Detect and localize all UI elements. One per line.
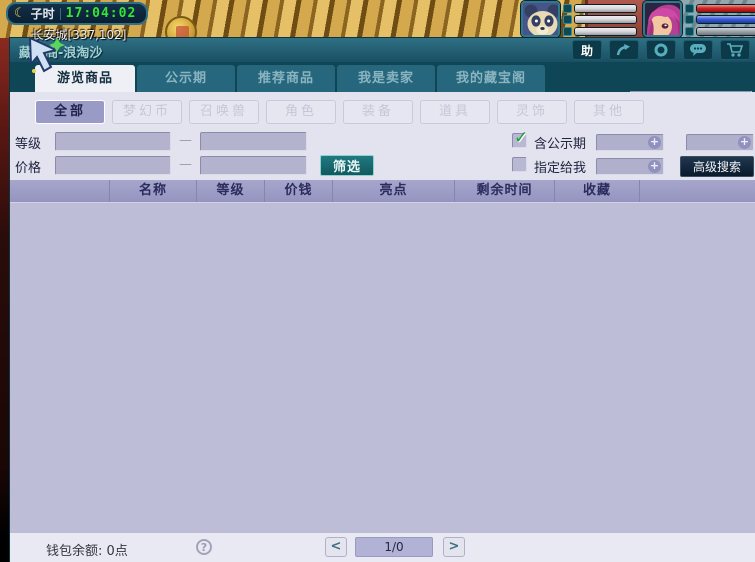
bar-icon <box>685 27 694 36</box>
background-left-edge <box>0 38 10 562</box>
plus-icon[interactable]: + <box>738 136 751 149</box>
table-header-blank-end <box>640 180 755 202</box>
cursor-arrow-icon <box>26 35 66 77</box>
price-max-input[interactable] <box>200 156 307 175</box>
assigned-to-me-label: 指定给我 <box>534 157 586 176</box>
filter-button[interactable]: 筛选 <box>320 155 374 176</box>
assigned-to-me-checkbox[interactable] <box>512 157 527 172</box>
shopping-cart-icon <box>726 43 744 58</box>
moon-icon: ☾ <box>14 7 26 20</box>
pink-hair-avatar <box>645 3 682 37</box>
help-button[interactable]: 助 <box>572 40 602 60</box>
player-status-panel <box>643 1 755 38</box>
table-header-favorite: 收藏 <box>555 180 640 202</box>
time-period-label: 子时 <box>31 5 55 22</box>
include-notice-label: 含公示期 <box>534 133 586 152</box>
bar-icon <box>563 4 572 13</box>
assigned-select-field[interactable]: + <box>596 158 664 175</box>
player-portrait[interactable] <box>643 1 682 37</box>
tab-i-am-seller[interactable]: 我是卖家 <box>337 65 435 92</box>
level-label: 等级 <box>15 133 41 152</box>
mouse-cursor <box>26 35 66 81</box>
xp-bar <box>685 26 755 36</box>
bar-icon <box>685 15 694 24</box>
pet-bar-2 <box>563 15 637 25</box>
table-header-name: 名称 <box>110 180 197 202</box>
prev-page-button[interactable]: < <box>325 537 347 557</box>
clock-divider <box>60 8 61 20</box>
category-accessories[interactable]: 灵饰 <box>497 100 567 124</box>
category-equipment[interactable]: 装备 <box>343 100 413 124</box>
category-other[interactable]: 其他 <box>574 100 644 124</box>
tab-notice-period[interactable]: 公示期 <box>137 65 235 92</box>
ring-icon <box>653 43 669 57</box>
chat-button[interactable] <box>683 40 713 60</box>
table-header-price: 价钱 <box>265 180 333 202</box>
advanced-search-button[interactable]: 高级搜索 <box>680 156 754 177</box>
next-page-button[interactable]: > <box>443 537 465 557</box>
pet-bar-1 <box>563 3 637 13</box>
level-range-dash: — <box>173 133 198 148</box>
category-pets[interactable]: 召唤兽 <box>189 100 259 124</box>
pet-portrait[interactable] <box>521 1 560 37</box>
window-footer: 钱包余额: 0点 ? < 1/0 > <box>10 532 755 562</box>
table-header-level: 等级 <box>197 180 265 202</box>
pet-status-panel <box>521 1 637 38</box>
category-coins[interactable]: 梦幻币 <box>112 100 182 124</box>
price-range-dash: — <box>173 157 198 172</box>
bar-icon <box>563 15 572 24</box>
category-filter-row: 全部 梦幻币 召唤兽 角色 装备 道具 灵饰 其他 <box>35 100 644 124</box>
table-header-time-left: 剩余时间 <box>455 180 555 202</box>
level-min-input[interactable] <box>55 132 171 151</box>
table-header-blank <box>10 180 110 202</box>
hp-bar <box>685 3 755 13</box>
player-bars <box>685 1 755 38</box>
window-content: 全部 梦幻币 召唤兽 角色 装备 道具 灵饰 其他 等级 — ✓ 含公示期 + … <box>10 92 755 532</box>
tab-bar: 游览商品 公示期 推荐商品 我是卖家 我的藏宝阁 <box>10 62 755 92</box>
share-button[interactable] <box>609 40 639 60</box>
wallet-balance: 钱包余额: 0点 <box>46 540 128 559</box>
wallet-help-icon[interactable]: ? <box>196 539 212 555</box>
category-items[interactable]: 道具 <box>420 100 490 124</box>
mp-bar <box>685 15 755 25</box>
category-characters[interactable]: 角色 <box>266 100 336 124</box>
table-header-row: 名称 等级 价钱 亮点 剩余时间 收藏 <box>10 180 755 202</box>
share-arrow-icon <box>616 43 632 57</box>
server-select-field-2[interactable]: + <box>686 134 754 151</box>
clock-time: 17:04:02 <box>66 6 137 21</box>
chat-bubble-icon <box>689 43 707 57</box>
clock-panel: ☾ 子时 17:04:02 <box>6 2 148 25</box>
table-header-highlight: 亮点 <box>333 180 455 202</box>
price-min-input[interactable] <box>55 156 171 175</box>
pet-bar-3 <box>563 26 637 36</box>
server-select-field[interactable]: + <box>596 134 664 151</box>
cart-button[interactable] <box>720 40 750 60</box>
price-label: 价格 <box>15 157 41 176</box>
results-table-body <box>10 202 755 532</box>
check-icon: ✓ <box>514 128 528 148</box>
treasure-pavilion-window: 藏宝阁-浪淘沙 助 <box>10 38 755 562</box>
tab-my-pavilion[interactable]: 我的藏宝阁 <box>437 65 545 92</box>
game-screen: ☾ 子时 17:04:02 长安城[337,102] <box>0 0 755 562</box>
page-indicator[interactable]: 1/0 <box>355 537 433 557</box>
bar-icon <box>563 27 572 36</box>
record-button[interactable] <box>646 40 676 60</box>
pet-bars <box>563 1 637 38</box>
plus-icon[interactable]: + <box>648 136 661 149</box>
include-notice-checkbox[interactable]: ✓ <box>512 133 527 148</box>
bar-icon <box>685 4 694 13</box>
panda-avatar <box>523 3 560 37</box>
tab-recommended[interactable]: 推荐商品 <box>237 65 335 92</box>
plus-icon[interactable]: + <box>648 160 661 173</box>
window-toolbar: 助 <box>572 40 750 60</box>
category-all[interactable]: 全部 <box>35 100 105 124</box>
level-max-input[interactable] <box>200 132 307 151</box>
